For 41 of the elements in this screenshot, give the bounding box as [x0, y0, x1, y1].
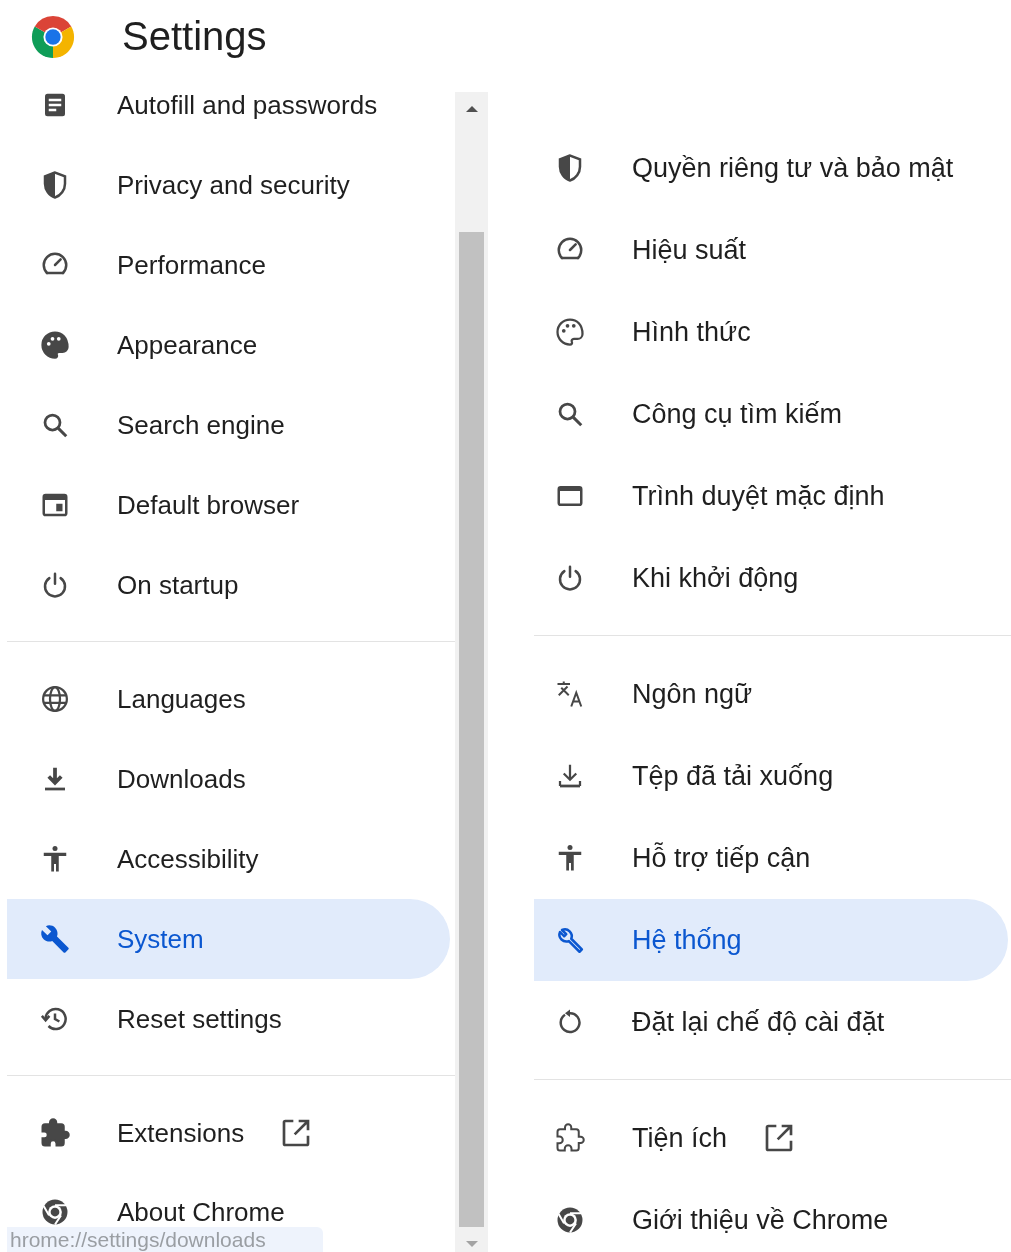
nav-item[interactable]: Công cụ tìm kiếm — [534, 373, 1008, 455]
translate-icon — [555, 679, 585, 709]
nav-item[interactable]: Downloads — [7, 739, 450, 819]
nav-item[interactable]: Extensions — [7, 1093, 450, 1173]
globe-icon — [40, 684, 70, 714]
chrome-logo — [30, 13, 76, 60]
nav-item[interactable]: Reset settings — [7, 979, 450, 1059]
puzzle-icon — [555, 1123, 585, 1153]
nav-item[interactable]: Đặt lại chế độ cài đặt — [534, 981, 1008, 1063]
nav-item[interactable]: On startup — [7, 545, 450, 625]
scrollbar-thumb[interactable] — [459, 232, 484, 1227]
nav-item[interactable]: Quyền riêng tư và bảo mật — [534, 127, 1008, 209]
nav-item[interactable]: Hiệu suất — [534, 209, 1008, 291]
nav-item[interactable]: System — [7, 899, 450, 979]
chrome-icon — [555, 1205, 585, 1235]
nav-item[interactable]: Tiện ích — [534, 1097, 1008, 1179]
nav-item[interactable]: Languages — [7, 659, 450, 739]
nav-item[interactable]: Giới thiệu về Chrome — [534, 1179, 1008, 1252]
nav-item[interactable]: Ngôn ngữ — [534, 653, 1008, 735]
nav-item[interactable]: About Chrome — [7, 1173, 450, 1227]
puzzle-icon — [40, 1118, 70, 1148]
nav-item[interactable]: Privacy and security — [7, 145, 450, 225]
nav-item[interactable]: Performance — [7, 225, 450, 305]
nav-item[interactable]: Default browser — [7, 465, 450, 545]
nav-item[interactable]: Hệ thống — [534, 899, 1008, 981]
nav-item[interactable]: Accessibility — [7, 819, 450, 899]
nav-item[interactable]: Khi khởi động — [534, 537, 1008, 619]
nav-item[interactable]: Tệp đã tải xuống — [534, 735, 1008, 817]
wrench-icon — [40, 924, 70, 954]
nav-item[interactable]: Hình thức — [534, 291, 1008, 373]
palette-icon — [40, 330, 70, 360]
nav-item[interactable]: Search engine — [7, 385, 450, 465]
nav-item[interactable]: Trình duyệt mặc định — [534, 455, 1008, 537]
palette-icon — [555, 317, 585, 347]
nav-item[interactable]: Appearance — [7, 305, 450, 385]
wrench-icon — [555, 925, 585, 955]
page-title: Settings — [122, 14, 267, 59]
nav-item[interactable]: Hỗ trợ tiếp cận — [534, 817, 1008, 899]
status-url: hrome://settings/downloads — [7, 1227, 323, 1252]
chrome-icon — [40, 1197, 70, 1227]
nav-item[interactable]: Autofill and passwords — [7, 65, 450, 145]
